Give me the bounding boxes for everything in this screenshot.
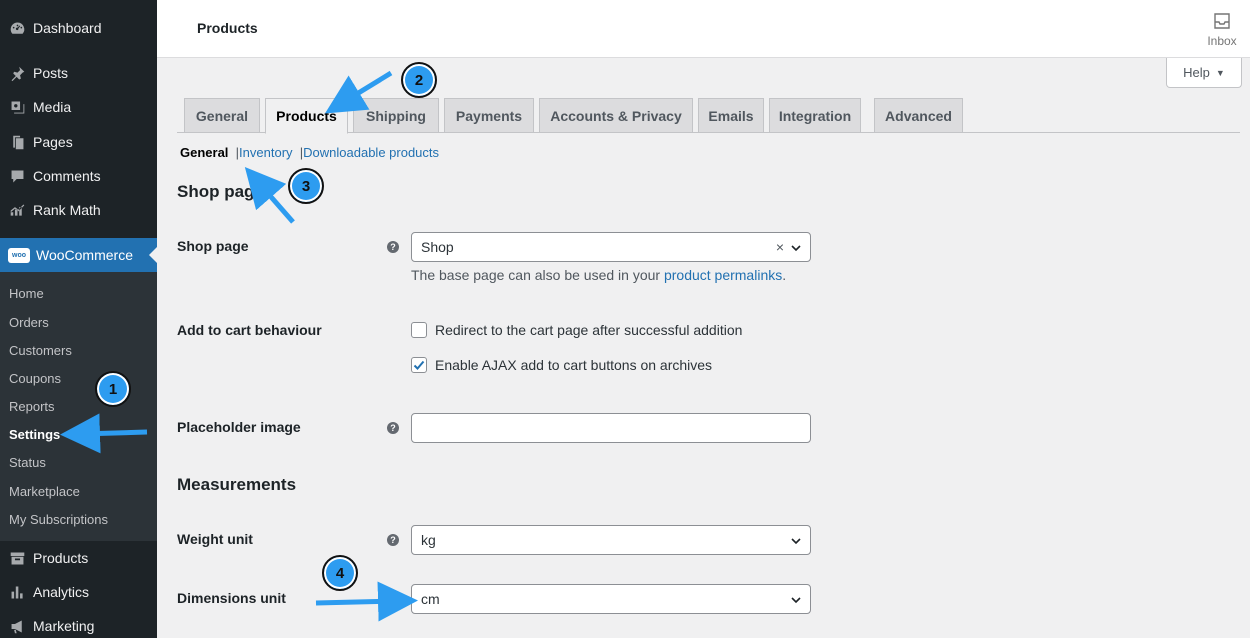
arrow-to-dimensions bbox=[315, 581, 418, 622]
help-button[interactable]: Help ▼ bbox=[1166, 58, 1242, 88]
submenu-home[interactable]: Home bbox=[9, 286, 44, 301]
submenu-reports[interactable]: Reports bbox=[9, 399, 55, 414]
shop-pages-heading: Shop pages bbox=[177, 182, 274, 201]
dashboard-icon bbox=[8, 19, 26, 37]
submenu-my-subscriptions[interactable]: My Subscriptions bbox=[9, 512, 108, 527]
page-title: Products bbox=[197, 20, 258, 36]
woocommerce-submenu: Home Orders Customers Coupons Reports Se… bbox=[0, 272, 157, 541]
dimensions-unit-label: Dimensions unit bbox=[177, 590, 286, 606]
ajax-checkbox[interactable] bbox=[411, 357, 427, 373]
submenu-coupons[interactable]: Coupons bbox=[9, 371, 61, 386]
menu-posts[interactable]: Posts bbox=[0, 56, 157, 90]
checkmark-icon bbox=[413, 360, 425, 370]
shop-page-description: The base page can also be used in your p… bbox=[411, 267, 787, 283]
placeholder-image-label: Placeholder image bbox=[177, 419, 301, 435]
submenu-settings[interactable]: Settings bbox=[9, 427, 60, 442]
pages-icon bbox=[8, 133, 26, 151]
subnav-downloadable-products[interactable]: Downloadable products bbox=[303, 145, 439, 160]
menu-pages[interactable]: Pages bbox=[0, 125, 157, 159]
tab-accounts-privacy[interactable]: Accounts & Privacy bbox=[539, 98, 693, 133]
weight-unit-select[interactable]: kg bbox=[411, 525, 811, 555]
woo-icon: woo bbox=[8, 247, 30, 263]
annotation-badge-4: 4 bbox=[322, 555, 358, 591]
menu-woocommerce[interactable]: woo WooCommerce bbox=[0, 238, 157, 272]
shop-page-label: Shop page bbox=[177, 238, 249, 254]
inbox-button[interactable]: Inbox bbox=[1204, 11, 1240, 48]
annotation-badge-2: 2 bbox=[401, 62, 437, 98]
help-tip-icon[interactable]: ? bbox=[387, 241, 399, 253]
dimensions-unit-select[interactable]: cm bbox=[411, 584, 811, 614]
tab-shipping[interactable]: Shipping bbox=[353, 98, 439, 133]
menu-media[interactable]: Media bbox=[0, 90, 157, 124]
placeholder-image-input[interactable] bbox=[411, 413, 811, 443]
dimensions-unit-value: cm bbox=[421, 591, 440, 607]
chart-icon bbox=[8, 201, 26, 219]
chevron-down-icon bbox=[791, 538, 801, 545]
help-label: Help bbox=[1183, 65, 1210, 80]
measurements-heading: Measurements bbox=[177, 475, 297, 494]
settings-tabs: General Products Shipping Payments Accou… bbox=[177, 98, 1240, 134]
section-subnav: General |Inventory |Downloadable product… bbox=[180, 145, 440, 160]
tab-general[interactable]: General bbox=[184, 98, 260, 133]
submenu-status[interactable]: Status bbox=[9, 455, 46, 470]
menu-marketing[interactable]: Marketing bbox=[0, 609, 157, 638]
menu-products[interactable]: Products bbox=[0, 541, 157, 575]
annotation-badge-1: 1 bbox=[95, 371, 131, 407]
tab-payments[interactable]: Payments bbox=[444, 98, 534, 133]
add-to-cart-label: Add to cart behaviour bbox=[177, 322, 322, 338]
weight-unit-value: kg bbox=[421, 532, 436, 548]
menu-analytics[interactable]: Analytics bbox=[0, 575, 157, 609]
submenu-marketplace[interactable]: Marketplace bbox=[9, 484, 80, 499]
admin-sidebar: Dashboard Posts Media Pages Comments Ran… bbox=[0, 0, 157, 638]
submenu-customers[interactable]: Customers bbox=[9, 343, 72, 358]
subnav-general[interactable]: General bbox=[180, 145, 228, 160]
tab-advanced[interactable]: Advanced bbox=[874, 98, 963, 133]
tab-integration[interactable]: Integration bbox=[769, 98, 861, 133]
media-icon bbox=[8, 98, 26, 116]
comment-icon bbox=[8, 167, 26, 185]
page-header: Products Inbox bbox=[157, 0, 1250, 58]
ajax-add-to-cart-option[interactable]: Enable AJAX add to cart buttons on archi… bbox=[411, 357, 712, 373]
shop-page-value: Shop bbox=[421, 239, 454, 255]
help-tip-icon[interactable]: ? bbox=[387, 534, 399, 546]
menu-dashboard[interactable]: Dashboard bbox=[0, 11, 157, 45]
help-tip-icon[interactable]: ? bbox=[387, 422, 399, 434]
annotation-badge-3: 3 bbox=[288, 168, 324, 204]
caret-down-icon: ▼ bbox=[1215, 67, 1225, 78]
bar-chart-icon bbox=[8, 583, 26, 601]
inbox-label: Inbox bbox=[1207, 34, 1237, 48]
product-permalinks-link[interactable]: product permalinks bbox=[664, 267, 782, 283]
redirect-to-cart-option[interactable]: Redirect to the cart page after successf… bbox=[411, 322, 742, 338]
pin-icon bbox=[8, 64, 26, 82]
tab-products[interactable]: Products bbox=[265, 98, 348, 134]
inbox-icon bbox=[1214, 13, 1230, 29]
redirect-checkbox[interactable] bbox=[411, 322, 427, 338]
subnav-inventory[interactable]: Inventory bbox=[239, 145, 292, 160]
submenu-orders[interactable]: Orders bbox=[9, 315, 49, 330]
archive-icon bbox=[8, 549, 26, 567]
clear-icon[interactable]: × bbox=[776, 239, 784, 255]
shop-page-select[interactable]: Shop × bbox=[411, 232, 811, 262]
tab-emails[interactable]: Emails bbox=[698, 98, 764, 133]
menu-comments[interactable]: Comments bbox=[0, 159, 157, 193]
chevron-down-icon bbox=[791, 245, 801, 252]
menu-rank-math[interactable]: Rank Math bbox=[0, 193, 157, 227]
weight-unit-label: Weight unit bbox=[177, 531, 253, 547]
chevron-down-icon bbox=[791, 597, 801, 604]
megaphone-icon bbox=[8, 617, 26, 635]
